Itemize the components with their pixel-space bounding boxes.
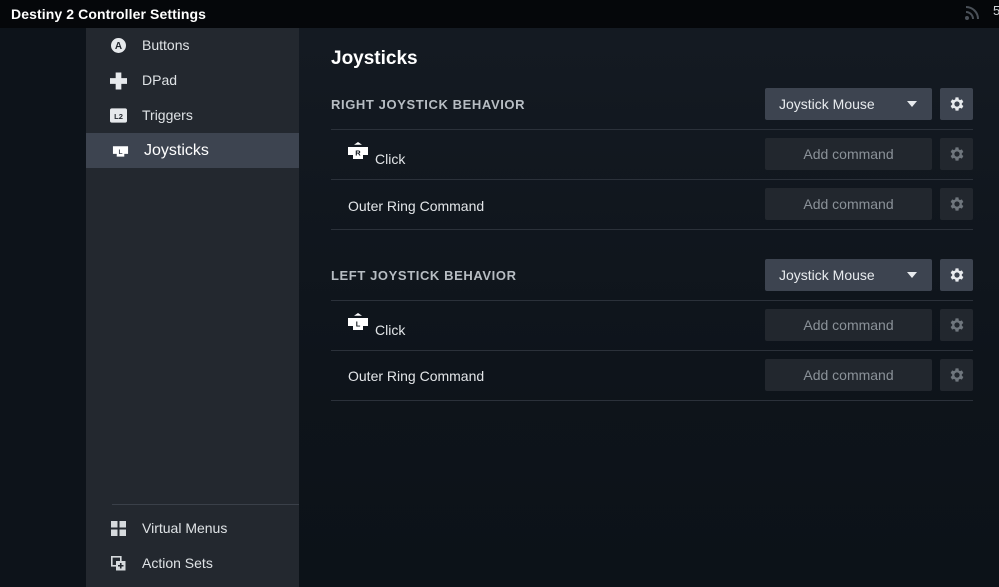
right-joystick-settings-button[interactable] <box>940 88 973 120</box>
window-title: Destiny 2 Controller Settings <box>11 6 207 22</box>
left-click-add-command-button[interactable]: Add command <box>765 309 932 341</box>
divider <box>331 300 973 301</box>
divider <box>331 179 973 180</box>
gear-icon <box>950 197 963 211</box>
page-title: Joysticks <box>331 48 418 69</box>
truncated-edge-text: 5 <box>993 3 999 18</box>
sidebar-item-label: Buttons <box>142 37 190 53</box>
chevron-down-icon <box>907 272 917 278</box>
sidebar-item-label: Triggers <box>142 107 193 123</box>
sidebar-item-buttons[interactable]: A Buttons <box>86 28 299 63</box>
sidebar-item-label: DPad <box>142 72 178 88</box>
divider <box>331 229 973 230</box>
svg-text:L: L <box>118 148 122 155</box>
sidebar-item-label: Virtual Menus <box>142 520 228 536</box>
divider <box>331 400 973 401</box>
gear-icon <box>950 147 963 161</box>
right-outer-ring-settings-button[interactable] <box>940 188 973 220</box>
sidebar-item-label: Action Sets <box>142 555 213 571</box>
gear-icon <box>950 97 963 111</box>
right-stick-click-icon: R <box>348 142 368 159</box>
left-stick-click-icon: L <box>348 313 368 330</box>
dpad-icon <box>110 72 127 89</box>
dropdown-value: Joystick Mouse <box>779 96 875 112</box>
sidebar-item-virtual-menus[interactable]: Virtual Menus <box>86 511 299 546</box>
left-joystick-settings-button[interactable] <box>940 259 973 291</box>
left-gutter <box>0 28 86 587</box>
sidebar: A Buttons DPad L2 Triggers L Joysticks V… <box>86 28 301 587</box>
joystick-icon: L <box>112 142 129 159</box>
sidebar-divider <box>112 504 301 505</box>
action-sets-icon <box>110 555 127 572</box>
left-joystick-mode-dropdown[interactable]: Joystick Mouse <box>765 259 932 291</box>
l2-trigger-icon: L2 <box>110 107 127 124</box>
title-bar: Destiny 2 Controller Settings 5 <box>0 0 999 28</box>
right-outer-ring-add-command-button[interactable]: Add command <box>765 188 932 220</box>
right-click-settings-button[interactable] <box>940 138 973 170</box>
svg-text:A: A <box>115 41 122 52</box>
network-icon <box>965 6 979 20</box>
sidebar-item-label: Joysticks <box>144 142 209 159</box>
sidebar-item-dpad[interactable]: DPad <box>86 63 299 98</box>
gear-icon <box>950 368 963 382</box>
left-outer-ring-label: Outer Ring Command <box>348 368 485 384</box>
gear-icon <box>950 318 963 332</box>
left-click-label: Click <box>375 322 406 338</box>
gear-icon <box>950 268 963 282</box>
right-joystick-mode-dropdown[interactable]: Joystick Mouse <box>765 88 932 120</box>
left-click-settings-button[interactable] <box>940 309 973 341</box>
left-outer-ring-add-command-button[interactable]: Add command <box>765 359 932 391</box>
right-click-label: Click <box>375 151 406 167</box>
sidebar-item-joysticks[interactable]: L Joysticks <box>86 133 299 168</box>
a-button-icon: A <box>110 37 127 54</box>
right-joystick-section-title: RIGHT JOYSTICK BEHAVIOR <box>331 97 526 112</box>
sidebar-item-triggers[interactable]: L2 Triggers <box>86 98 299 133</box>
sidebar-item-action-sets[interactable]: Action Sets <box>86 546 299 581</box>
stick-letter: R <box>355 149 361 158</box>
l2-badge-text: L2 <box>114 112 123 121</box>
divider <box>331 350 973 351</box>
left-joystick-section-title: LEFT JOYSTICK BEHAVIOR <box>331 268 517 283</box>
right-click-add-command-button[interactable]: Add command <box>765 138 932 170</box>
dropdown-value: Joystick Mouse <box>779 267 875 283</box>
main-panel: Joysticks RIGHT JOYSTICK BEHAVIOR Joysti… <box>299 28 999 587</box>
stick-letter: L <box>356 320 361 329</box>
left-outer-ring-settings-button[interactable] <box>940 359 973 391</box>
chevron-down-icon <box>907 101 917 107</box>
right-outer-ring-label: Outer Ring Command <box>348 198 485 214</box>
virtual-menus-icon <box>110 520 127 537</box>
divider <box>331 129 973 130</box>
